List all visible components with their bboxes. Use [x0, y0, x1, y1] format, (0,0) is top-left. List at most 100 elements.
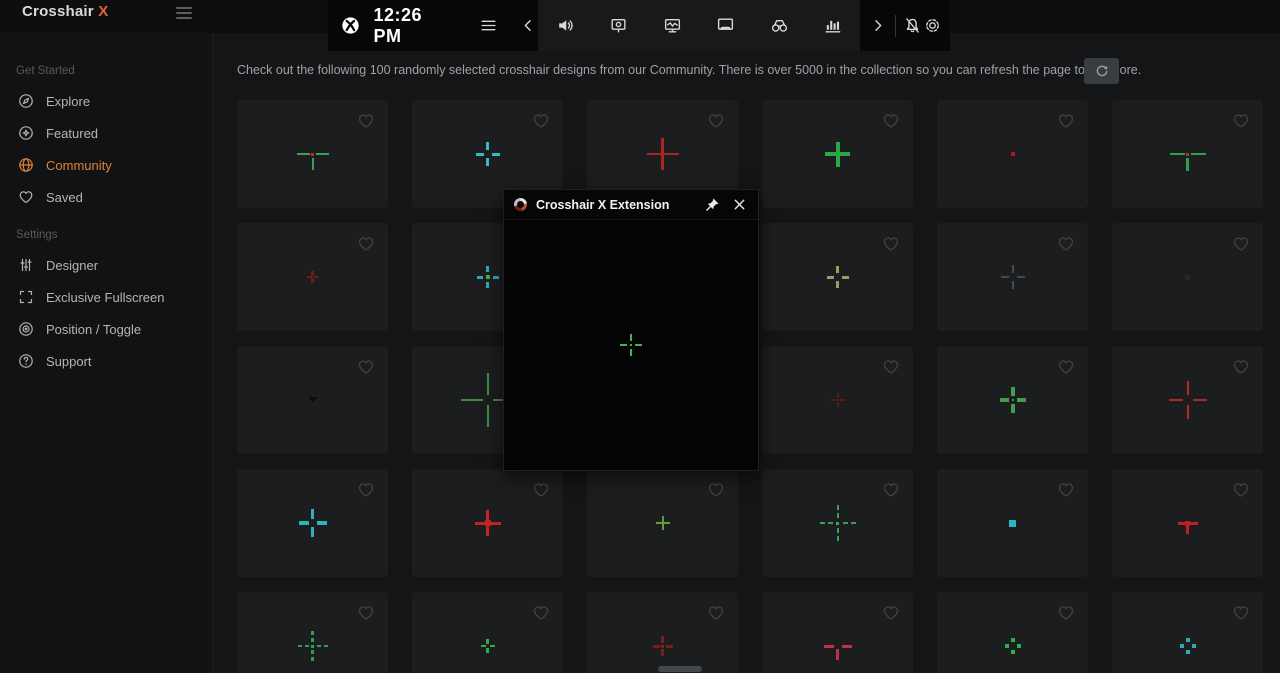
- capture-icon[interactable]: [609, 16, 629, 36]
- crosshair-card[interactable]: [237, 346, 388, 454]
- heart-favorite-icon[interactable]: [707, 481, 725, 499]
- crosshair-card[interactable]: [237, 223, 388, 331]
- heart-favorite-icon[interactable]: [707, 604, 725, 622]
- sidebar-item-label: Explore: [46, 94, 90, 109]
- extension-window: Crosshair X Extension: [503, 189, 759, 471]
- crosshair-card[interactable]: [1112, 592, 1263, 673]
- sidebar-item-label: Designer: [46, 258, 98, 273]
- heart-favorite-icon[interactable]: [1232, 481, 1250, 499]
- sidebar: Get Started Explore Featured Community Saved…: [0, 33, 213, 673]
- heart-favorite-icon[interactable]: [357, 481, 375, 499]
- heart-favorite-icon[interactable]: [532, 481, 550, 499]
- heart-icon: [18, 189, 34, 205]
- heart-favorite-icon[interactable]: [532, 604, 550, 622]
- horizontal-scrollbar-thumb[interactable]: [658, 666, 702, 672]
- heart-favorite-icon[interactable]: [357, 358, 375, 376]
- heart-favorite-icon[interactable]: [1057, 235, 1075, 253]
- notifications-off-icon[interactable]: [903, 16, 923, 36]
- crosshair-card[interactable]: [1112, 223, 1263, 331]
- heart-favorite-icon[interactable]: [357, 235, 375, 253]
- crosshair-card[interactable]: [937, 346, 1088, 454]
- crosshair-card[interactable]: [937, 100, 1088, 208]
- heart-favorite-icon[interactable]: [882, 235, 900, 253]
- heart-favorite-icon[interactable]: [1057, 112, 1075, 130]
- crosshair-card[interactable]: [762, 100, 913, 208]
- heart-favorite-icon[interactable]: [1057, 358, 1075, 376]
- heart-favorite-icon[interactable]: [532, 112, 550, 130]
- crosshair-card[interactable]: [1112, 469, 1263, 577]
- sidebar-item-position-toggle[interactable]: Position / Toggle: [0, 313, 212, 345]
- gallery-icon[interactable]: [716, 16, 736, 36]
- game-bar-main-group: 12:26 PM: [328, 0, 538, 51]
- sidebar-item-label: Support: [46, 354, 92, 369]
- sidebar-item-community[interactable]: Community: [0, 149, 212, 181]
- looking-for-group-icon[interactable]: [769, 16, 789, 36]
- extension-titlebar[interactable]: Crosshair X Extension: [504, 190, 758, 220]
- crosshair-card[interactable]: [762, 592, 913, 673]
- crosshair-card[interactable]: [762, 346, 913, 454]
- heart-favorite-icon[interactable]: [1232, 604, 1250, 622]
- crosshair-card[interactable]: [1112, 346, 1263, 454]
- heart-favorite-icon[interactable]: [707, 112, 725, 130]
- sliders-icon: [18, 257, 34, 273]
- xbox-game-bar: 12:26 PM: [328, 0, 950, 51]
- widget-menu-icon[interactable]: [479, 16, 498, 36]
- heart-favorite-icon[interactable]: [1057, 604, 1075, 622]
- crosshair-card[interactable]: [1112, 100, 1263, 208]
- sidebar-item-saved[interactable]: Saved: [0, 181, 212, 213]
- crosshair-card[interactable]: [937, 223, 1088, 331]
- featured-icon: [18, 125, 34, 141]
- settings-gear-icon[interactable]: [922, 16, 942, 36]
- heart-favorite-icon[interactable]: [882, 604, 900, 622]
- heart-favorite-icon[interactable]: [1232, 112, 1250, 130]
- globe-icon: [18, 157, 34, 173]
- chevron-left-icon[interactable]: [519, 16, 538, 36]
- sidebar-item-support[interactable]: Support: [0, 345, 212, 377]
- crosshair-card[interactable]: [937, 469, 1088, 577]
- crosshair-card[interactable]: [762, 469, 913, 577]
- resources-icon[interactable]: [823, 16, 843, 36]
- crosshair-card[interactable]: [937, 592, 1088, 673]
- extension-window-title: Crosshair X Extension: [536, 198, 694, 212]
- app-logo: Crosshair X: [22, 3, 108, 20]
- heart-favorite-icon[interactable]: [882, 481, 900, 499]
- crosshair-x-logo-icon: [514, 198, 527, 211]
- crosshair-card[interactable]: [237, 469, 388, 577]
- heart-favorite-icon[interactable]: [1232, 358, 1250, 376]
- crosshair-card[interactable]: [412, 592, 563, 673]
- chevron-right-icon[interactable]: [868, 16, 888, 36]
- heart-favorite-icon[interactable]: [1232, 235, 1250, 253]
- pin-icon[interactable]: [703, 196, 721, 214]
- sidebar-item-designer[interactable]: Designer: [0, 249, 212, 281]
- sidebar-item-label: Exclusive Fullscreen: [46, 290, 165, 305]
- hamburger-menu-icon[interactable]: [176, 7, 192, 19]
- crosshair-card[interactable]: [412, 469, 563, 577]
- sidebar-item-explore[interactable]: Explore: [0, 85, 212, 117]
- crosshair-card[interactable]: [237, 592, 388, 673]
- fullscreen-icon: [18, 289, 34, 305]
- heart-favorite-icon[interactable]: [882, 112, 900, 130]
- community-description: Check out the following 100 randomly sel…: [237, 63, 1077, 77]
- sidebar-item-label: Saved: [46, 190, 83, 205]
- crosshair-card[interactable]: [237, 100, 388, 208]
- heart-favorite-icon[interactable]: [357, 112, 375, 130]
- sidebar-item-featured[interactable]: Featured: [0, 117, 212, 149]
- extension-preview-area: [504, 220, 758, 470]
- xbox-logo-icon[interactable]: [341, 16, 360, 36]
- crosshair-card[interactable]: [587, 592, 738, 673]
- sidebar-section-label: Get Started: [16, 65, 212, 77]
- sidebar-item-exclusive-fullscreen[interactable]: Exclusive Fullscreen: [0, 281, 212, 313]
- heart-favorite-icon[interactable]: [1057, 481, 1075, 499]
- crosshair-card[interactable]: [587, 469, 738, 577]
- crosshair-card[interactable]: [762, 223, 913, 331]
- sidebar-item-label: Community: [46, 158, 112, 173]
- close-icon[interactable]: [730, 196, 748, 214]
- game-bar-system-group: [860, 0, 950, 51]
- logo-accent: X: [98, 3, 108, 20]
- audio-icon[interactable]: [555, 16, 575, 36]
- heart-favorite-icon[interactable]: [882, 358, 900, 376]
- sidebar-item-label: Position / Toggle: [46, 322, 141, 337]
- performance-icon[interactable]: [662, 16, 682, 36]
- heart-favorite-icon[interactable]: [357, 604, 375, 622]
- refresh-button[interactable]: [1084, 58, 1119, 84]
